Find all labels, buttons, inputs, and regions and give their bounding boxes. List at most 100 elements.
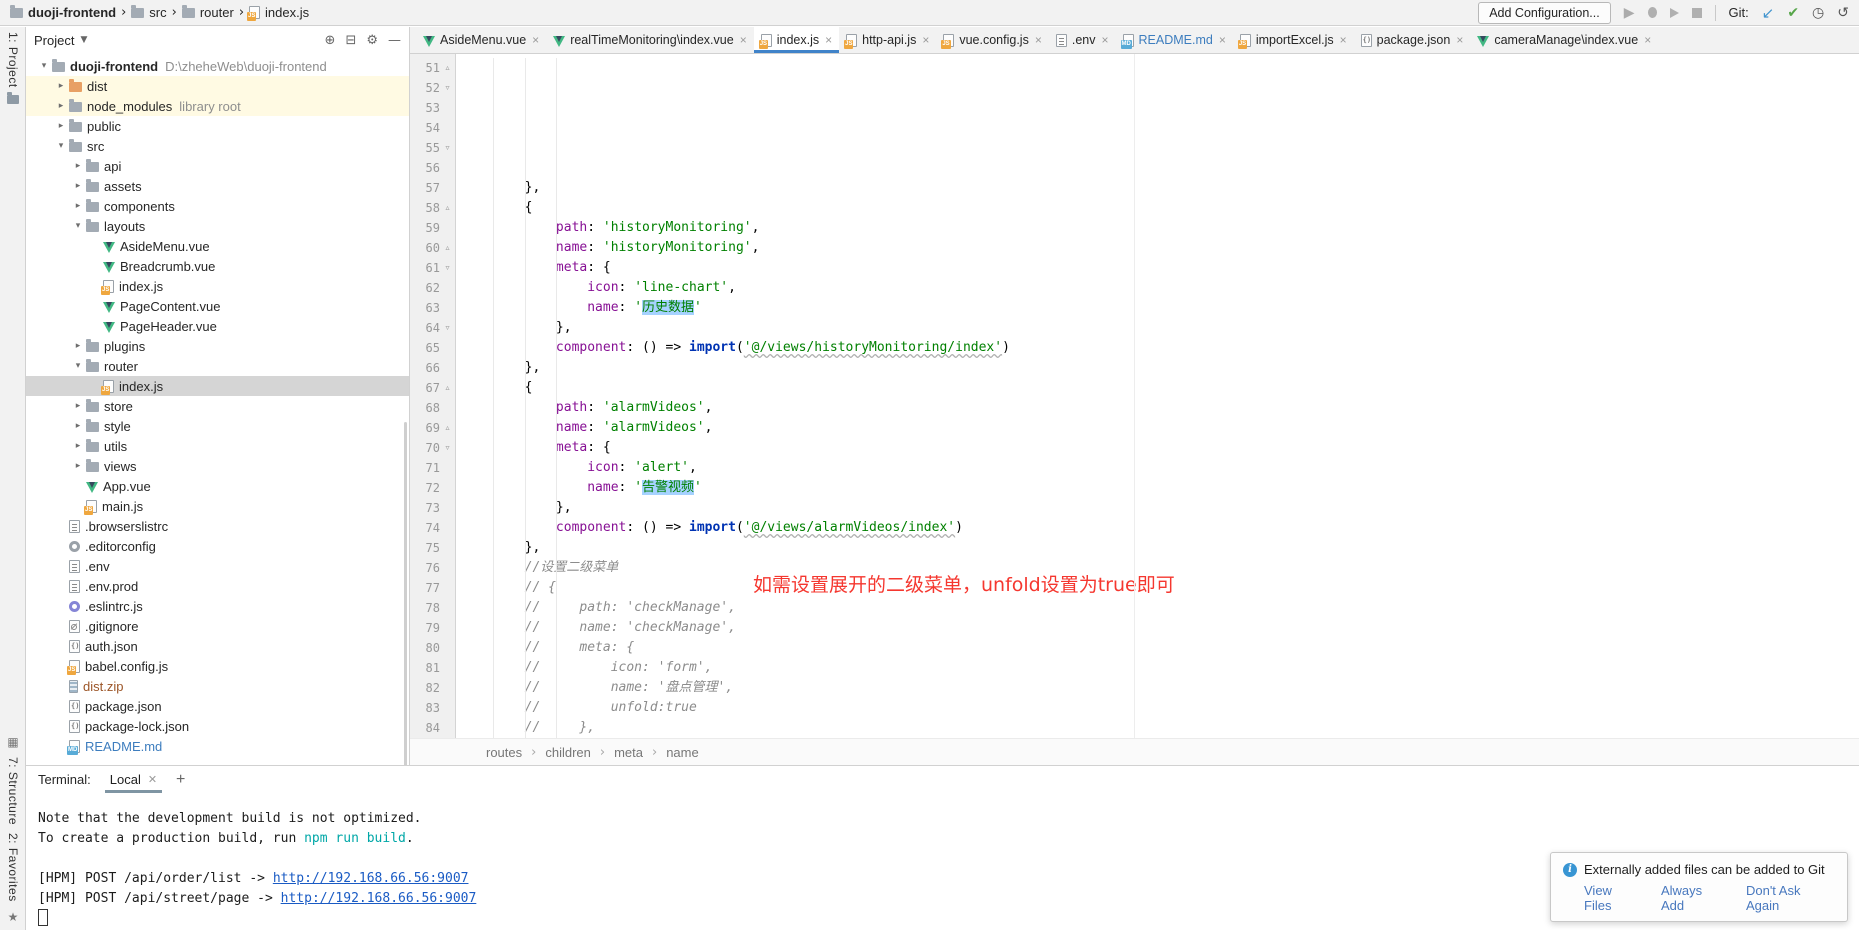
chevron-expanded-icon[interactable]: ▾	[53, 141, 69, 151]
gutter-line[interactable]: 51▵	[410, 58, 455, 78]
close-icon[interactable]: ✕	[148, 773, 157, 786]
fold-marker-icon[interactable]: ▵	[440, 198, 455, 218]
code-line[interactable]: // meta: {	[462, 638, 1859, 658]
code-line[interactable]: icon: 'line-chart',	[462, 278, 1859, 298]
tree-item[interactable]: ▾layouts	[26, 216, 409, 236]
structure-tool-icon[interactable]: ▦	[7, 735, 18, 749]
git-update-icon[interactable]: ↙	[1762, 4, 1775, 22]
breadcrumb-item[interactable]: children	[545, 745, 591, 760]
tree-item[interactable]: AsideMenu.vue	[26, 236, 409, 256]
gutter-line[interactable]: 75	[410, 538, 455, 558]
tab-close-icon[interactable]: ×	[922, 33, 929, 47]
editor-tab[interactable]: index.js×	[754, 27, 839, 53]
tree-item[interactable]: ▾src	[26, 136, 409, 156]
code-line[interactable]: // icon: 'form',	[462, 658, 1859, 678]
code-line[interactable]: // path: 'checkManage',	[462, 598, 1859, 618]
tree-item[interactable]: .env	[26, 556, 409, 576]
tree-item[interactable]: ▸assets	[26, 176, 409, 196]
project-tool-icon[interactable]	[7, 95, 19, 104]
gutter-line[interactable]: 72	[410, 478, 455, 498]
chevron-collapsed-icon[interactable]: ▸	[70, 421, 86, 431]
sidebar-item-favorites[interactable]: 2: Favorites	[6, 833, 20, 902]
breadcrumb-item[interactable]: router	[182, 5, 234, 20]
code-line[interactable]: // name: 'checkManage',	[462, 618, 1859, 638]
fold-marker-icon[interactable]: ▵	[440, 378, 455, 398]
tree-item[interactable]: App.vue	[26, 476, 409, 496]
sidebar-item-project[interactable]: 1: Project	[6, 32, 20, 88]
editor-tab[interactable]: AsideMenu.vue×	[416, 27, 546, 53]
tree-item[interactable]: package.json	[26, 696, 409, 716]
gutter-line[interactable]: 69▵	[410, 418, 455, 438]
code-line[interactable]: // name: '盘点管理',	[462, 678, 1859, 698]
fold-marker-icon[interactable]: ▿	[440, 78, 455, 98]
tab-close-icon[interactable]: ×	[1340, 33, 1347, 47]
hide-panel-icon[interactable]: —	[388, 33, 401, 48]
tree-item[interactable]: ▸api	[26, 156, 409, 176]
gear-icon[interactable]: ⚙	[366, 33, 378, 48]
editor-tab[interactable]: .env×	[1049, 27, 1116, 53]
gutter-line[interactable]: 58▵	[410, 198, 455, 218]
tab-close-icon[interactable]: ×	[740, 33, 747, 47]
chevron-collapsed-icon[interactable]: ▸	[70, 201, 86, 211]
gutter-line[interactable]: 73	[410, 498, 455, 518]
gutter-line[interactable]: 78	[410, 598, 455, 618]
debug-button[interactable]	[1648, 7, 1657, 18]
tree-item[interactable]: package-lock.json	[26, 716, 409, 736]
code-line[interactable]: },	[462, 318, 1859, 338]
code-line[interactable]: component: () => import('@/views/history…	[462, 338, 1859, 358]
tree-item[interactable]: ▸plugins	[26, 336, 409, 356]
gutter-line[interactable]: 60▵	[410, 238, 455, 258]
code-line[interactable]: component: () => import('@/views/alarmVi…	[462, 518, 1859, 538]
code-line[interactable]: name: '历史数据'	[462, 298, 1859, 318]
tree-item[interactable]: main.js	[26, 496, 409, 516]
tab-close-icon[interactable]: ×	[1456, 33, 1463, 47]
code-line[interactable]: name: 'historyMonitoring',	[462, 238, 1859, 258]
tree-item[interactable]: dist.zip	[26, 676, 409, 696]
code-line[interactable]: },	[462, 498, 1859, 518]
project-panel-title[interactable]: Project	[34, 33, 74, 48]
chevron-collapsed-icon[interactable]: ▸	[70, 161, 86, 171]
code-line[interactable]: meta: {	[462, 438, 1859, 458]
favorites-star-icon[interactable]: ★	[8, 910, 19, 924]
gutter-line[interactable]: 63	[410, 298, 455, 318]
tree-item[interactable]: ▸store	[26, 396, 409, 416]
gutter-line[interactable]: 53	[410, 98, 455, 118]
editor-tab[interactable]: package.json×	[1354, 27, 1471, 53]
breadcrumb-item[interactable]: duoji-frontend	[10, 5, 116, 20]
tree-item[interactable]: .eslintrc.js	[26, 596, 409, 616]
notification-action-link[interactable]: Don't Ask Again	[1746, 883, 1835, 913]
run-button[interactable]: ▶	[1624, 5, 1635, 21]
gutter-line[interactable]: 68	[410, 398, 455, 418]
gutter-line[interactable]: 77	[410, 578, 455, 598]
git-commit-icon[interactable]: ✔	[1787, 5, 1799, 21]
tree-item[interactable]: ▸node_moduleslibrary root	[26, 96, 409, 116]
terminal-link[interactable]: http://192.168.66.56:9007	[273, 871, 469, 886]
chevron-collapsed-icon[interactable]: ▸	[70, 441, 86, 451]
code-area[interactable]: 51▵52▿535455▿565758▵5960▵61▿626364▿65666…	[410, 54, 1859, 738]
new-terminal-button[interactable]: +	[176, 771, 185, 789]
tree-item[interactable]: ▸dist	[26, 76, 409, 96]
code-line[interactable]: icon: 'alert',	[462, 458, 1859, 478]
coverage-button[interactable]	[1670, 8, 1679, 18]
gutter-line[interactable]: 67▵	[410, 378, 455, 398]
notification-action-link[interactable]: Always Add	[1661, 883, 1727, 913]
chevron-collapsed-icon[interactable]: ▸	[70, 401, 86, 411]
stop-button[interactable]	[1692, 8, 1702, 18]
tree-item[interactable]: ▾duoji-frontendD:\zheheWeb\duoji-fronten…	[26, 56, 409, 76]
tree-item[interactable]: ▸public	[26, 116, 409, 136]
sidebar-item-structure[interactable]: 7: Structure	[6, 757, 20, 825]
tree-item[interactable]: ▸components	[26, 196, 409, 216]
tab-close-icon[interactable]: ×	[1035, 33, 1042, 47]
gutter-line[interactable]: 83	[410, 698, 455, 718]
gutter-line[interactable]: 61▿	[410, 258, 455, 278]
tree-item[interactable]: index.js	[26, 376, 409, 396]
breadcrumb-item[interactable]: name	[666, 745, 699, 760]
breadcrumb-item[interactable]: index.js	[249, 5, 309, 20]
tree-item[interactable]: Breadcrumb.vue	[26, 256, 409, 276]
gutter-line[interactable]: 59	[410, 218, 455, 238]
chevron-collapsed-icon[interactable]: ▸	[70, 341, 86, 351]
fold-marker-icon[interactable]: ▵	[440, 238, 455, 258]
gutter-line[interactable]: 76	[410, 558, 455, 578]
tab-close-icon[interactable]: ×	[1101, 33, 1108, 47]
terminal-tab-local[interactable]: Local ✕	[107, 766, 160, 793]
